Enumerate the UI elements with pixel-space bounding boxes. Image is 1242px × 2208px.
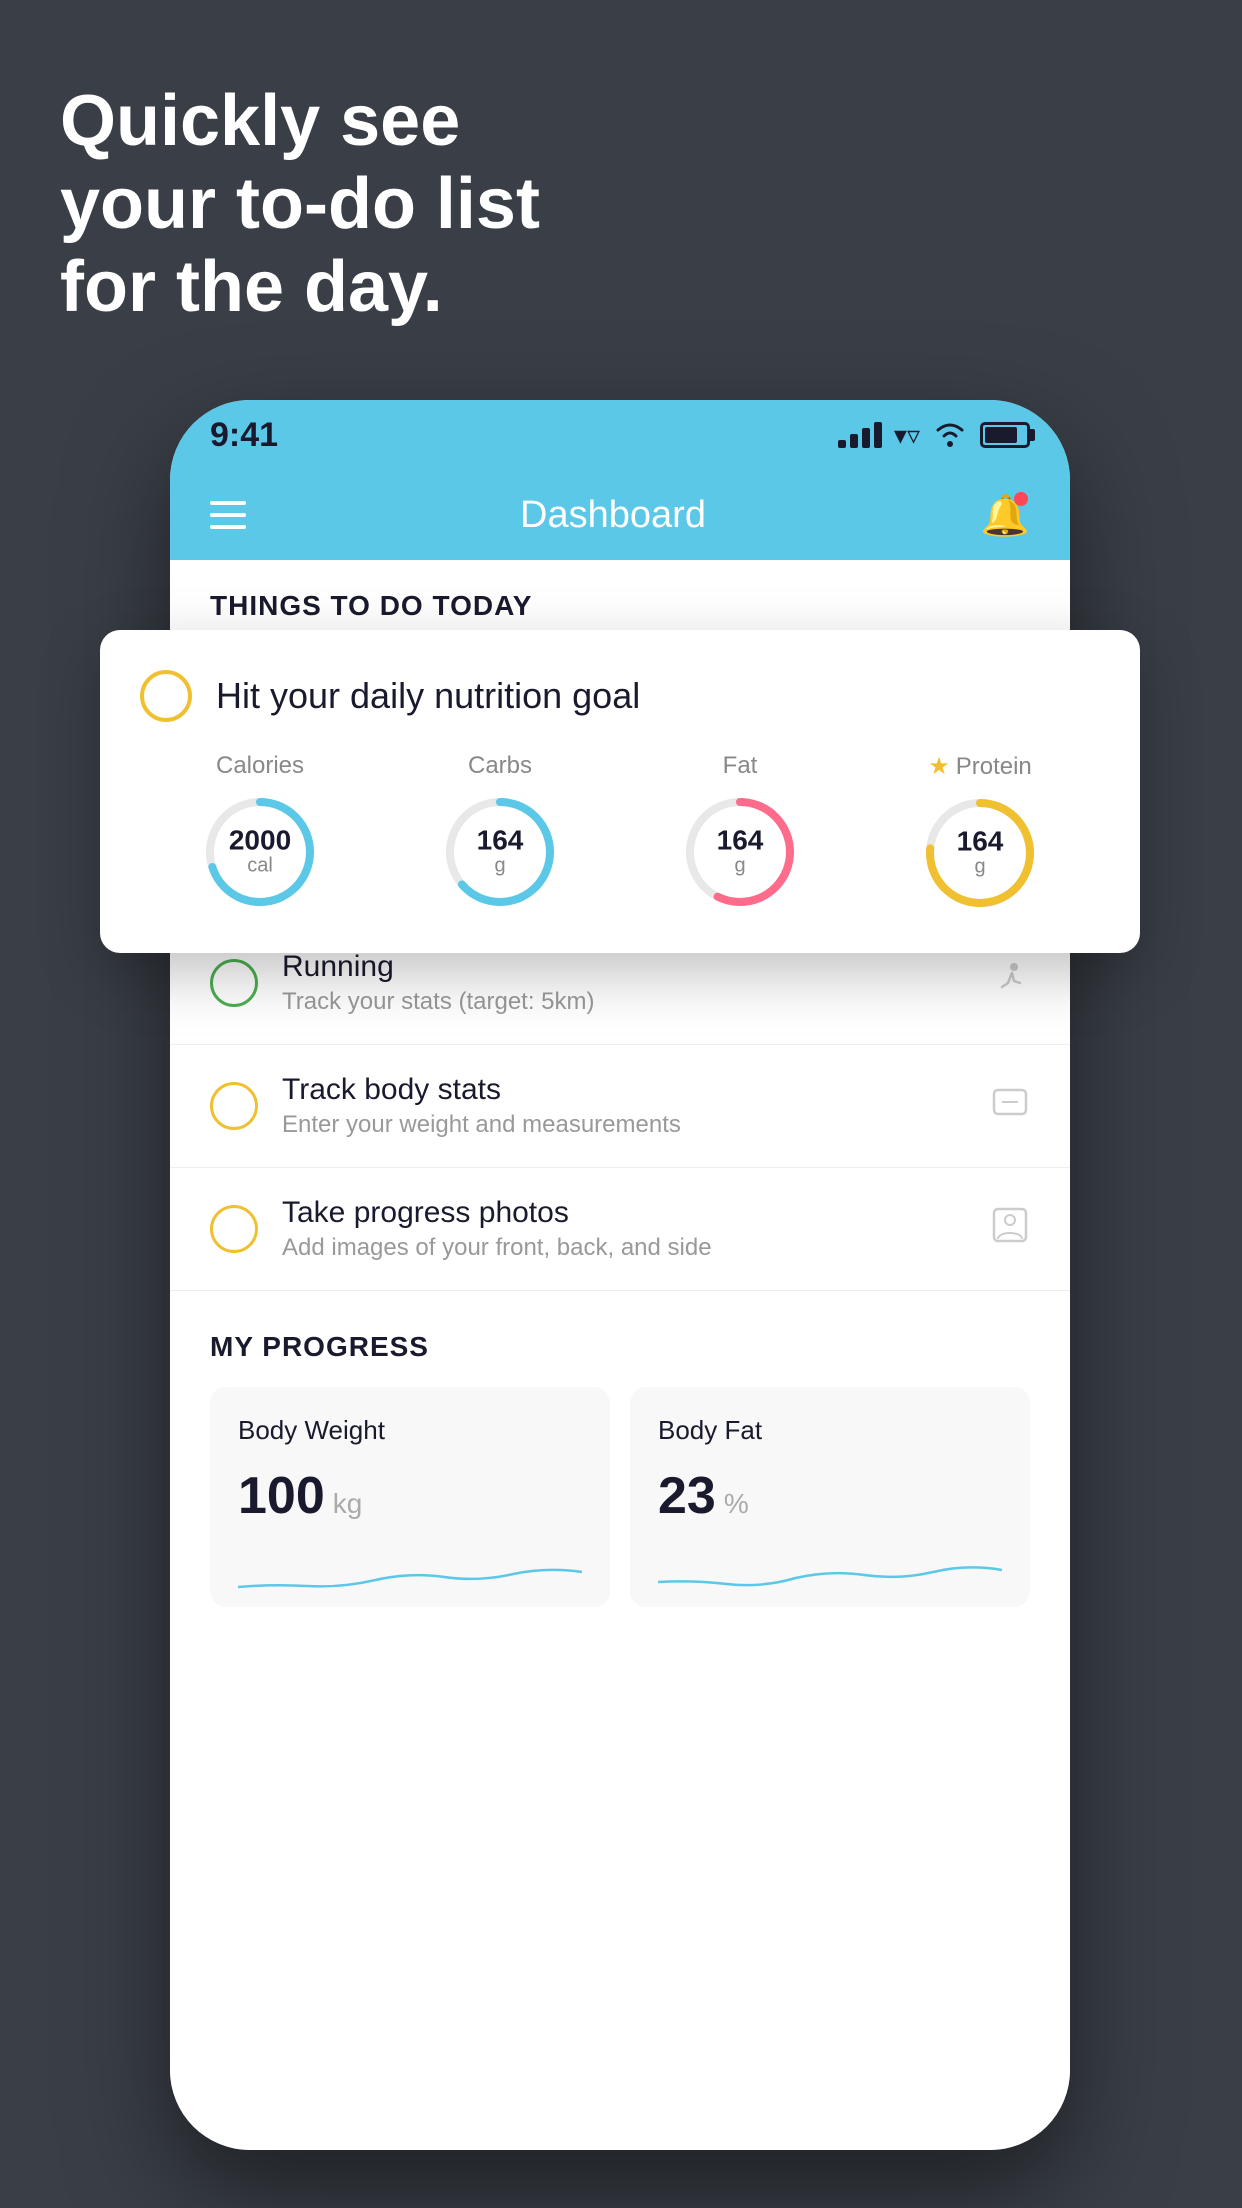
protein-ring: 164 g — [920, 793, 1040, 913]
fat-ring: 164 g — [680, 792, 800, 912]
hero-text: Quickly see your to-do list for the day. — [60, 80, 540, 328]
hero-line-2: your to-do list — [60, 163, 540, 246]
star-icon: ★ — [928, 752, 950, 781]
todo-text-photos: Take progress photos Add images of your … — [282, 1196, 966, 1262]
todo-list: Running Track your stats (target: 5km) T… — [170, 922, 1070, 1291]
calories-ring: 2000 cal — [200, 792, 320, 912]
hero-line-1: Quickly see — [60, 80, 540, 163]
todo-title-running: Running — [282, 950, 966, 984]
body-fat-value: 23 % — [658, 1466, 1002, 1526]
todo-item-bodystats[interactable]: Track body stats Enter your weight and m… — [170, 1045, 1070, 1168]
things-today-title: THINGS TO DO TODAY — [210, 590, 1030, 622]
todo-circle-photos — [210, 1205, 258, 1253]
todo-item-photos[interactable]: Take progress photos Add images of your … — [170, 1168, 1070, 1291]
body-weight-unit: kg — [333, 1488, 363, 1520]
nutrition-radio[interactable] — [140, 670, 192, 722]
status-time: 9:41 — [210, 416, 278, 455]
app-header: Dashboard 🔔 — [170, 470, 1070, 560]
calories-value: 2000 — [229, 827, 291, 855]
progress-cards: Body Weight 100 kg Body Fat 23 % — [210, 1387, 1030, 1607]
body-fat-number: 23 — [658, 1466, 716, 1526]
body-weight-value: 100 kg — [238, 1466, 582, 1526]
scale-icon — [990, 1082, 1030, 1131]
progress-section: MY PROGRESS Body Weight 100 kg Body Fat — [170, 1291, 1070, 1627]
hero-line-3: for the day. — [60, 246, 540, 329]
body-weight-card[interactable]: Body Weight 100 kg — [210, 1387, 610, 1607]
fat-stat: Fat 164 g — [680, 752, 800, 912]
person-icon — [990, 1205, 1030, 1254]
fat-label: Fat — [723, 752, 758, 780]
carbs-ring: 164 g — [440, 792, 560, 912]
todo-circle-running — [210, 959, 258, 1007]
status-bar: 9:41 ▾▿ — [170, 400, 1070, 470]
protein-unit: g — [957, 856, 1004, 879]
header-title: Dashboard — [520, 494, 706, 537]
hamburger-menu[interactable] — [210, 501, 246, 529]
body-fat-sparkline — [658, 1542, 1002, 1602]
body-fat-title: Body Fat — [658, 1415, 1002, 1446]
body-fat-unit: % — [724, 1488, 749, 1520]
todo-text-bodystats: Track body stats Enter your weight and m… — [282, 1073, 966, 1139]
nutrition-stats: Calories 2000 cal Carbs — [140, 752, 1100, 913]
todo-title-bodystats: Track body stats — [282, 1073, 966, 1107]
todo-subtitle-bodystats: Enter your weight and measurements — [282, 1111, 966, 1139]
todo-text-running: Running Track your stats (target: 5km) — [282, 950, 966, 1016]
calories-label: Calories — [216, 752, 304, 780]
status-icons: ▾▿ — [838, 420, 1030, 451]
calories-unit: cal — [229, 855, 291, 878]
signal-icon — [838, 422, 882, 448]
body-weight-number: 100 — [238, 1466, 325, 1526]
fat-value: 164 — [717, 827, 764, 855]
calories-stat: Calories 2000 cal — [200, 752, 320, 912]
fat-unit: g — [717, 855, 764, 878]
todo-circle-bodystats — [210, 1082, 258, 1130]
body-weight-title: Body Weight — [238, 1415, 582, 1446]
protein-stat: ★ Protein 164 g — [920, 752, 1040, 913]
body-fat-card[interactable]: Body Fat 23 % — [630, 1387, 1030, 1607]
wifi-icon — [932, 422, 968, 448]
progress-title: MY PROGRESS — [210, 1331, 1030, 1363]
wifi-icon: ▾▿ — [894, 420, 920, 451]
protein-value: 164 — [957, 828, 1004, 856]
todo-title-photos: Take progress photos — [282, 1196, 966, 1230]
todo-subtitle-photos: Add images of your front, back, and side — [282, 1234, 966, 1262]
carbs-unit: g — [477, 855, 524, 878]
todo-subtitle-running: Track your stats (target: 5km) — [282, 988, 966, 1016]
nutrition-card-header: Hit your daily nutrition goal — [140, 670, 1100, 722]
carbs-value: 164 — [477, 827, 524, 855]
carbs-stat: Carbs 164 g — [440, 752, 560, 912]
protein-label: ★ Protein — [928, 752, 1032, 781]
carbs-label: Carbs — [468, 752, 532, 780]
notification-button[interactable]: 🔔 — [980, 490, 1030, 540]
notification-badge — [1014, 492, 1028, 506]
nutrition-title: Hit your daily nutrition goal — [216, 675, 640, 717]
battery-icon — [980, 422, 1030, 448]
nutrition-card: Hit your daily nutrition goal Calories 2… — [100, 630, 1140, 953]
body-weight-sparkline — [238, 1542, 582, 1602]
running-icon — [990, 959, 1030, 1008]
